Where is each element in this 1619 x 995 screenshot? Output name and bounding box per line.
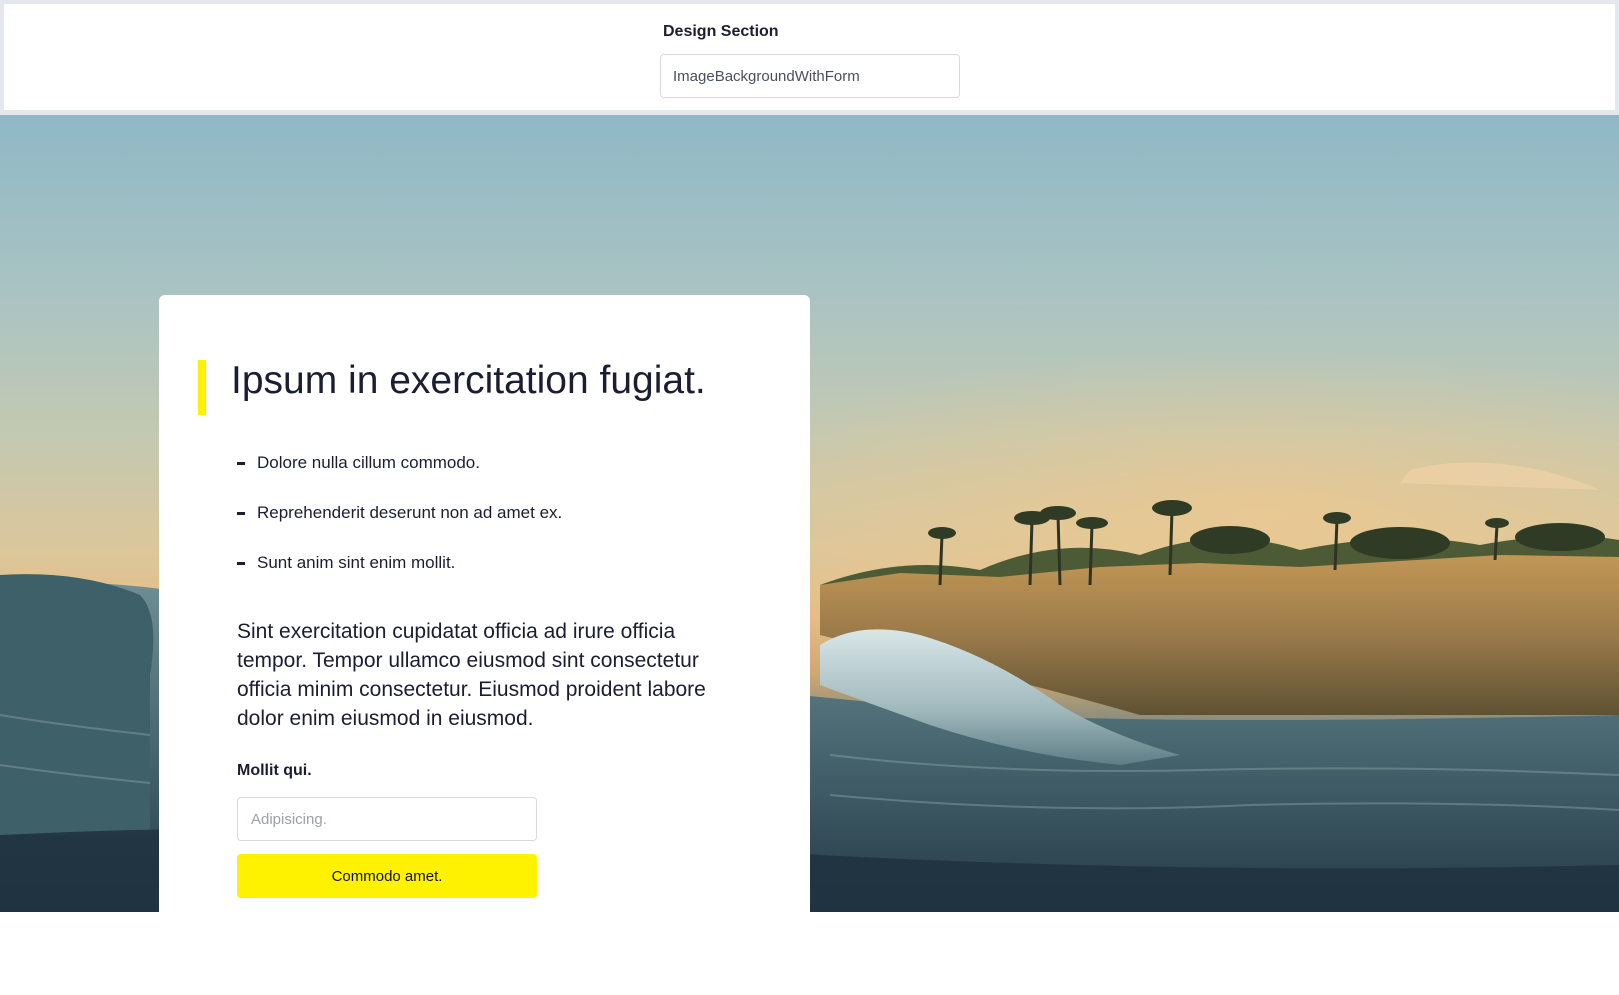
submit-button[interactable]: Commodo amet. (237, 854, 537, 898)
hero-section: Ipsum in exercitation fugiat. Dolore nul… (0, 115, 1619, 912)
design-section-bar: Design Section (0, 0, 1619, 115)
design-section-label: Design Section (663, 23, 779, 40)
title-accent-bar (198, 360, 206, 415)
list-item: Sunt anim sint enim mollit. (237, 553, 562, 603)
design-section-input[interactable] (660, 54, 960, 98)
form-field-label: Mollit qui. (237, 762, 312, 779)
list-item: Dolore nulla cillum commodo. (237, 453, 562, 503)
hero-card: Ipsum in exercitation fugiat. Dolore nul… (159, 295, 810, 912)
bullet-list: Dolore nulla cillum commodo. Reprehender… (237, 453, 562, 603)
card-title: Ipsum in exercitation fugiat. (231, 359, 706, 402)
card-description: Sint exercitation cupidatat officia ad i… (237, 620, 706, 730)
form-input[interactable] (237, 797, 537, 841)
list-item: Reprehenderit deserunt non ad amet ex. (237, 503, 562, 553)
